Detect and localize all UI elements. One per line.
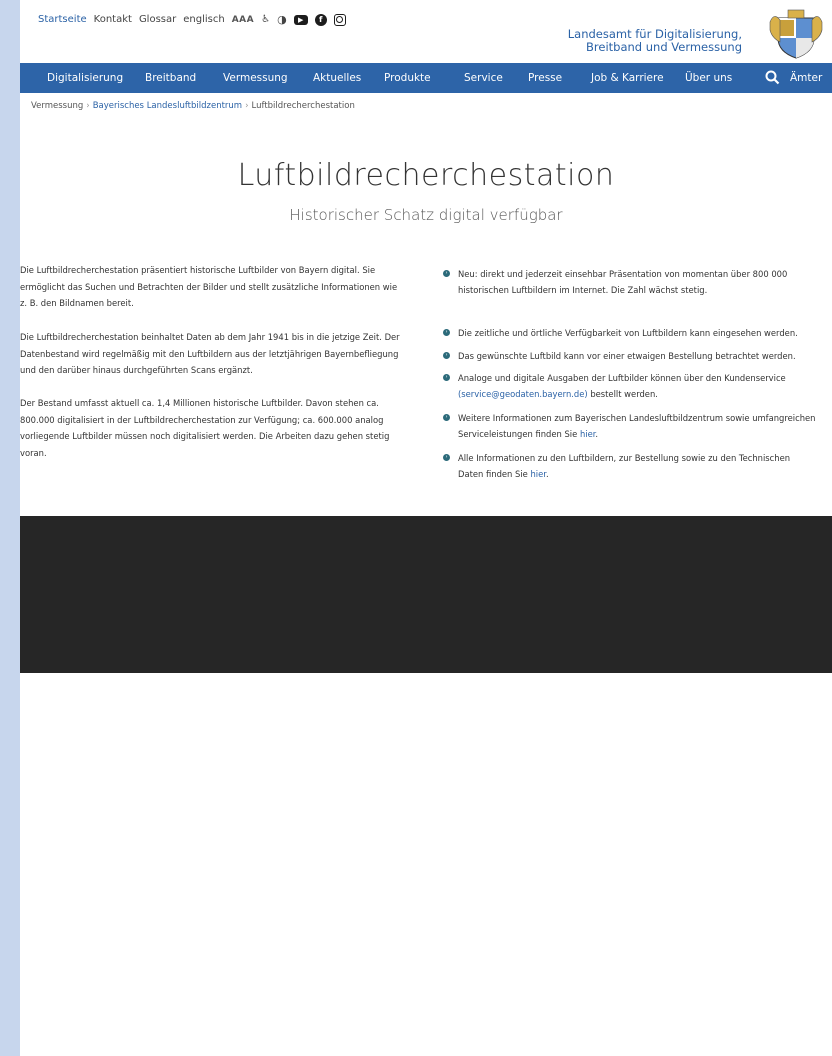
nav-aemter[interactable]: Ämter — [790, 72, 822, 84]
nav-produkte[interactable]: Produkte — [384, 72, 431, 84]
breadcrumb: Vermessung › Bayerisches Landesluftbildzen… — [31, 101, 355, 111]
bullet-3: › Das gewünschte Luftbild kann vor einer… — [443, 348, 832, 364]
intro-paragraph-2: Die Luftbildrecherchestation beinhaltet … — [20, 332, 400, 375]
bullet-arrow-icon: › — [443, 352, 450, 359]
nav-ueber-uns[interactable]: Über uns — [685, 72, 732, 84]
breadcrumb-vermessung[interactable]: Vermessung — [31, 101, 83, 111]
kundenservice-email-link[interactable]: (service@geodaten.bayern.de) — [458, 389, 588, 399]
intro-paragraph-3: Der Bestand umfasst aktuell ca. 1,4 Mill… — [20, 398, 390, 458]
nav-presse[interactable]: Presse — [528, 72, 562, 84]
nav-digitalisierung[interactable]: Digitalisierung — [47, 72, 123, 84]
nav-service[interactable]: Service — [464, 72, 503, 84]
bullet-arrow-icon: › — [443, 374, 450, 381]
bullet-5: › Weitere Informationen zum Bayerischen … — [443, 410, 832, 442]
bullet-6: › Alle Informationen zu den Luftbildern,… — [443, 450, 813, 482]
nav-breitband[interactable]: Breitband — [145, 72, 196, 84]
instagram-icon[interactable] — [333, 13, 346, 26]
page-subtitle: Historischer Schatz digital verfügbar — [289, 206, 563, 224]
intro-paragraph-1: Die Luftbildrecherchestation präsentiert… — [20, 265, 398, 308]
org-line-2: Breitband und Vermessung — [586, 40, 742, 54]
font-size-switch[interactable]: AAA — [232, 15, 254, 25]
bullet-6-after: . — [545, 469, 549, 479]
bullet-4-text: Analoge und digitale Ausgaben der Luftbi… — [458, 373, 786, 383]
bullet-3-text: Das gewünschte Luftbild kann vor einer e… — [458, 351, 796, 361]
bullet-5-text: Weitere Informationen zum Bayerischen La… — [458, 413, 816, 439]
bavarian-crest-logo[interactable] — [768, 8, 824, 60]
bullet-arrow-icon: › — [443, 270, 450, 277]
accessibility-icon[interactable]: ♿ — [261, 14, 270, 25]
nav-aktuelles[interactable]: Aktuelles — [313, 72, 361, 84]
nav-job-karriere[interactable]: Job & Karriere — [591, 72, 664, 84]
bullet-6-text: Alle Informationen zu den Luftbildern, z… — [458, 453, 791, 479]
youtube-icon[interactable]: ▶ — [293, 14, 308, 25]
luftbild-recherche-viewer — [20, 516, 832, 673]
bullet-arrow-icon: › — [443, 414, 450, 421]
bullet-4: › Analoge und digitale Ausgaben der Luft… — [443, 370, 803, 402]
bullet-5-after: . — [595, 429, 599, 439]
main-navigation: Digitalisierung Breitband Vermessung Akt… — [20, 63, 832, 93]
breadcrumb-landesluftbildzentrum[interactable]: Bayerisches Landesluftbildzentrum — [93, 101, 242, 111]
contrast-icon[interactable]: ◑ — [277, 13, 287, 26]
search-icon[interactable] — [765, 70, 780, 85]
bullet-arrow-icon: › — [443, 329, 450, 336]
kontakt-link[interactable]: Kontakt — [94, 14, 132, 25]
organization-name[interactable]: Landesamt für Digitalisierung, Breitband… — [568, 28, 742, 54]
startseite-link[interactable]: Startseite — [38, 14, 87, 25]
top-links: Startseite Kontakt Glossar englisch AAA … — [38, 13, 346, 26]
page-title: Luftbildrecherchestation — [237, 158, 615, 193]
technische-daten-hier-link[interactable]: hier — [530, 469, 545, 479]
bullet-2-text: Die zeitliche und örtliche Verfügbarkeit… — [458, 328, 798, 338]
bullet-arrow-icon: › — [443, 454, 450, 461]
landesluftbildzentrum-hier-link[interactable]: hier — [580, 429, 595, 439]
facebook-icon[interactable]: f — [314, 13, 327, 26]
englisch-link[interactable]: englisch — [183, 14, 224, 25]
glossar-link[interactable]: Glossar — [139, 14, 176, 25]
nav-vermessung[interactable]: Vermessung — [223, 72, 288, 84]
bullet-1: › Neu: direkt und jederzeit einsehbar Pr… — [443, 266, 832, 298]
bullet-1-text: Neu: direkt und jederzeit einsehbar Präs… — [458, 269, 788, 295]
bullet-4-after: bestellt werden. — [587, 389, 658, 399]
bullet-2: › Die zeitliche und örtliche Verfügbarke… — [443, 325, 832, 341]
breadcrumb-current: Luftbildrecherchestation — [251, 101, 355, 111]
